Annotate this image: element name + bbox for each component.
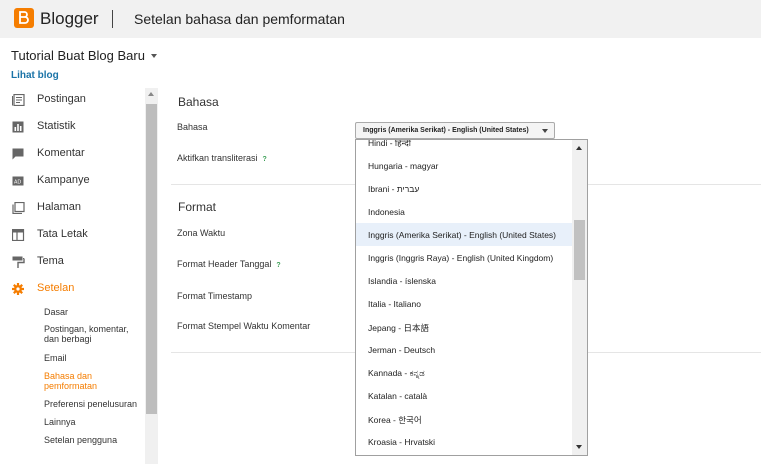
sidebar-item-label: Statistik (37, 120, 76, 132)
transliteration-label: Aktifkan transliterasi? (177, 153, 267, 163)
sidebar-item-label: Postingan (37, 93, 86, 105)
language-option-label: Jerman - Deutsch (368, 345, 436, 355)
date-header-format-label: Format Header Tanggal? (177, 259, 281, 269)
subnav-dasar[interactable]: Dasar (44, 307, 144, 317)
language-option[interactable]: Jepang - 日本語 (356, 315, 573, 338)
comments-icon (12, 148, 24, 160)
pages-icon (12, 202, 25, 214)
language-option[interactable]: Inggris (Inggris Raya) - English (United… (356, 246, 573, 269)
language-option[interactable]: Hindi - हिन्दी (356, 139, 573, 154)
theme-icon (12, 256, 25, 268)
language-option[interactable]: Ibrani - עברית (356, 177, 573, 200)
posts-icon (12, 94, 25, 106)
subnav-preferensi-penelusuran[interactable]: Preferensi penelusuran (44, 399, 144, 409)
language-option-label: Kroasia - Hrvatski (368, 437, 436, 447)
sidebar-item-tata-letak[interactable]: Tata Letak (0, 223, 145, 247)
settings-gear-icon (12, 283, 24, 295)
sidebar-item-setelan[interactable]: Setelan (0, 277, 145, 301)
language-option-label: Hindi - हिन्दी (368, 139, 411, 148)
sidebar-item-label: Tata Letak (37, 228, 88, 240)
language-option[interactable]: Inggris (Amerika Serikat) - English (Uni… (356, 223, 573, 246)
sidebar-item-statistik[interactable]: Statistik (0, 115, 145, 139)
help-icon[interactable]: ? (263, 156, 267, 163)
language-option[interactable]: Hungaria - magyar (356, 154, 573, 177)
campaign-icon: AD (12, 176, 24, 186)
sidebar-item-label: Halaman (37, 201, 82, 213)
transliteration-label-text: Aktifkan transliterasi (177, 153, 258, 163)
view-blog-link[interactable]: Lihat blog (11, 70, 59, 81)
language-option-label: Ibrani - עברית (368, 184, 420, 194)
language-option[interactable]: Kannada - ಕನ್ನಡ (356, 361, 573, 384)
brand-name[interactable]: Blogger (40, 9, 99, 29)
language-option[interactable]: Islandia - íslenska (356, 269, 573, 292)
layout-icon (12, 229, 25, 241)
sidebar-item-halaman[interactable]: Halaman (0, 196, 145, 220)
scroll-up-icon[interactable] (576, 146, 582, 150)
dropdown-scrollbar-thumb[interactable] (574, 220, 585, 280)
language-select-value: Inggris (Amerika Serikat) - English (Uni… (363, 127, 529, 134)
language-option-label: Islandia - íslenska (368, 276, 437, 286)
stats-icon (12, 121, 24, 133)
sidebar-item-label: Komentar (37, 147, 85, 159)
blog-name: Tutorial Buat Blog Baru (11, 48, 145, 63)
header-divider (112, 10, 113, 28)
sidebar-item-label: Tema (37, 255, 64, 267)
sidebar-item-kampanye[interactable]: AD Kampanye (0, 169, 145, 193)
language-option-label: Jepang - 日本語 (368, 323, 429, 333)
blogger-logo-icon[interactable] (14, 8, 34, 28)
language-option-label: Inggris (Inggris Raya) - English (United… (368, 253, 554, 263)
sidebar-item-postingan[interactable]: Postingan (0, 88, 145, 112)
language-label: Bahasa (177, 122, 208, 132)
language-option[interactable]: Jerman - Deutsch (356, 338, 573, 361)
language-option-label: Italia - Italiano (368, 299, 421, 309)
scroll-up-icon[interactable] (148, 92, 154, 96)
language-option-label: Katalan - català (368, 391, 428, 401)
subnav-setelan-pengguna[interactable]: Setelan pengguna (44, 435, 144, 445)
sidebar-scrollbar[interactable] (145, 88, 158, 464)
sidebar-item-label: Setelan (37, 282, 75, 294)
language-option-label: Kannada - ಕನ್ನಡ (368, 368, 425, 378)
language-option-label: Korea - 한국어 (368, 415, 422, 425)
subnav-bahasa-pemformatan[interactable]: Bahasa dan pemformatan (44, 371, 144, 391)
svg-text:AD: AD (14, 180, 21, 186)
comment-timestamp-format-label: Format Stempel Waktu Komentar (177, 321, 311, 331)
subnav-postingan-komentar[interactable]: Postingan, komentar, dan berbagi (44, 324, 144, 344)
subnav-lainnya[interactable]: Lainnya (44, 417, 144, 427)
language-select[interactable]: Inggris (Amerika Serikat) - English (Uni… (355, 122, 555, 139)
subnav-email[interactable]: Email (44, 353, 144, 363)
language-option-label: Hungaria - magyar (368, 161, 439, 171)
sidebar-item-tema[interactable]: Tema (0, 250, 145, 274)
sidebar-item-label: Kampanye (37, 174, 90, 186)
language-option[interactable]: Katalan - català (356, 384, 573, 407)
language-option-label: Indonesia (368, 207, 405, 217)
help-icon[interactable]: ? (276, 262, 280, 269)
blog-switcher[interactable]: Tutorial Buat Blog Baru (11, 48, 157, 63)
top-bar: Blogger Setelan bahasa dan pemformatan (0, 0, 761, 38)
dropdown-scrollbar[interactable] (572, 140, 587, 455)
scroll-down-icon[interactable] (576, 445, 582, 449)
language-option[interactable]: Indonesia (356, 200, 573, 223)
blogger-b-glyph (19, 11, 29, 24)
chevron-down-icon (542, 129, 548, 133)
timezone-label: Zona Waktu (177, 228, 226, 238)
language-option[interactable]: Korea - 한국어 (356, 407, 573, 430)
chevron-down-icon (150, 53, 157, 58)
language-option-label: Inggris (Amerika Serikat) - English (Uni… (368, 230, 557, 240)
language-dropdown-list: Hindi - हिन्दी Hungaria - magyar Ibrani - … (355, 139, 588, 456)
language-option[interactable]: Italia - Italiano (356, 292, 573, 315)
timestamp-format-label: Format Timestamp (177, 291, 253, 301)
language-option[interactable]: Kroasia - Hrvatski (356, 430, 573, 453)
sidebar-item-komentar[interactable]: Komentar (0, 142, 145, 166)
section-format-heading: Format (178, 200, 217, 214)
date-header-format-label-text: Format Header Tanggal (177, 259, 272, 269)
section-language-heading: Bahasa (178, 95, 219, 109)
page-title: Setelan bahasa dan pemformatan (134, 11, 345, 27)
sidebar-scrollbar-thumb[interactable] (146, 104, 157, 414)
